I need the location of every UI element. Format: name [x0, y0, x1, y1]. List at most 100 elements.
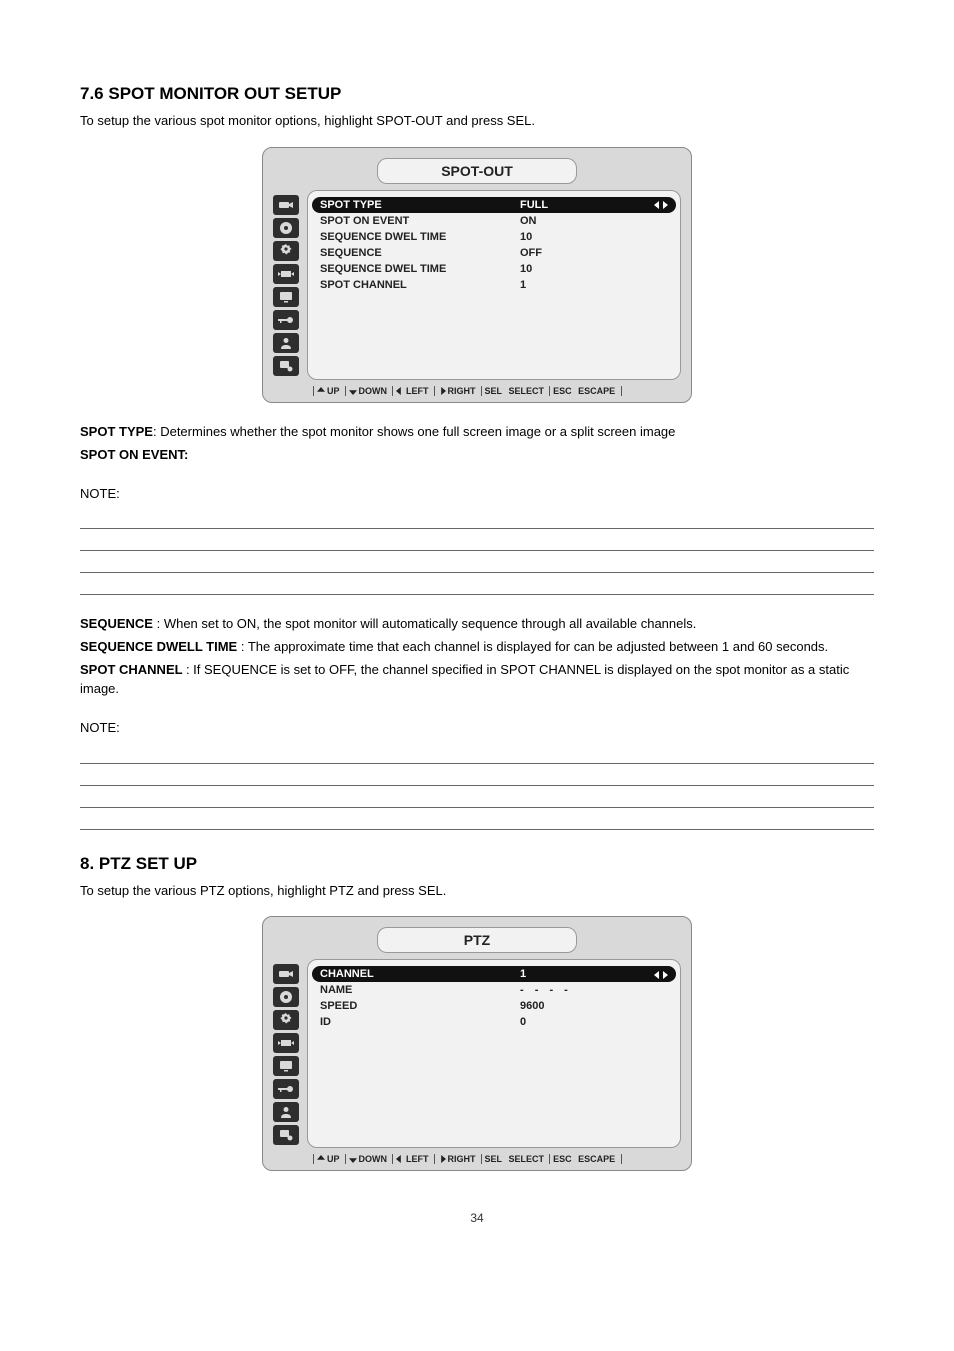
note-line: [80, 551, 874, 573]
help-sel-label: SELECT: [509, 386, 545, 396]
network-icon[interactable]: [273, 356, 299, 376]
help-sel-key: SEL: [485, 1154, 503, 1164]
desc-sequence: SEQUENCE : When set to ON, the spot moni…: [80, 615, 874, 634]
monitor-icon[interactable]: [273, 287, 299, 307]
help-up: UP: [327, 386, 340, 396]
osd-panel-ptz: PTZ CHANNEL 1: [262, 916, 692, 1171]
row-sequence[interactable]: SEQUENCE OFF: [316, 245, 672, 261]
ptz-screenshot: PTZ CHANNEL 1: [262, 916, 692, 1171]
sidebar-icons: [273, 192, 307, 380]
row-value: FULL: [520, 199, 654, 211]
desc-spot-channel: SPOT CHANNEL : If SEQUENCE is set to OFF…: [80, 661, 874, 699]
help-sel-key: SEL: [485, 386, 503, 396]
network-icon[interactable]: [273, 1125, 299, 1145]
row-speed[interactable]: SPEED 9600: [316, 998, 672, 1014]
row-label: SPEED: [320, 1000, 520, 1012]
help-down: DOWN: [359, 386, 388, 396]
spotout-screenshot: SPOT-OUT SPOT TYPE FULL: [262, 147, 692, 403]
osd-body: CHANNEL 1 NAME - - - - SPEED 9600 ID: [273, 959, 681, 1148]
row-label: SPOT CHANNEL: [320, 279, 520, 291]
record-icon[interactable]: [273, 218, 299, 238]
gear-icon[interactable]: [273, 1010, 299, 1030]
note-line: [80, 764, 874, 786]
note-line: [80, 808, 874, 830]
row-value: 0: [520, 1016, 668, 1028]
help-esc-label: ESCAPE: [578, 1154, 615, 1164]
row-value: - - - -: [520, 984, 668, 996]
help-down: DOWN: [359, 1154, 388, 1164]
help-esc-key: ESC: [553, 386, 572, 396]
row-label: SEQUENCE: [320, 247, 520, 259]
note-line: [80, 786, 874, 808]
desc-text: Determines whether the spot monitor show…: [160, 424, 675, 439]
notes-label: NOTE:: [80, 485, 874, 504]
spotout-intro: To setup the various spot monitor option…: [80, 112, 874, 131]
alarm-icon[interactable]: [273, 264, 299, 284]
row-spot-type[interactable]: SPOT TYPE FULL: [312, 197, 676, 213]
row-id[interactable]: ID 0: [316, 1014, 672, 1030]
notes-label: NOTE:: [80, 719, 874, 738]
row-spot-channel[interactable]: SPOT CHANNEL 1: [316, 277, 672, 293]
help-esc-key: ESC: [553, 1154, 572, 1164]
user-icon[interactable]: [273, 333, 299, 353]
desc-spot-on-event: SPOT ON EVENT:: [80, 446, 874, 465]
page-number: 34: [80, 1211, 874, 1225]
section-title-spotout: 7.6 SPOT MONITOR OUT SETUP: [80, 84, 874, 104]
alarm-icon[interactable]: [273, 1033, 299, 1053]
left-right-arrows-icon: [654, 968, 668, 980]
desc-text: The approximate time that each channel i…: [248, 639, 828, 654]
desc-seq-dwell: SEQUENCE DWELL TIME : The approximate ti…: [80, 638, 874, 657]
row-label: SPOT TYPE: [320, 199, 520, 211]
row-seq-dwell-1[interactable]: SEQUENCE DWEL TIME 10: [316, 229, 672, 245]
row-seq-dwell-2[interactable]: SEQUENCE DWEL TIME 10: [316, 261, 672, 277]
row-value: 10: [520, 263, 668, 275]
row-value: OFF: [520, 247, 668, 259]
note-line: [80, 742, 874, 764]
row-label: NAME: [320, 984, 520, 996]
help-sel-label: SELECT: [509, 1154, 545, 1164]
key-icon[interactable]: [273, 310, 299, 330]
row-value: 10: [520, 231, 668, 243]
osd-panel-spotout: SPOT-OUT SPOT TYPE FULL: [262, 147, 692, 403]
desc-text: When set to ON, the spot monitor will au…: [164, 616, 697, 631]
row-channel[interactable]: CHANNEL 1: [312, 966, 676, 982]
ptz-intro: To setup the various PTZ options, highli…: [80, 882, 874, 901]
desc-spot-type: SPOT TYPE: Determines whether the spot m…: [80, 423, 874, 442]
row-label: ID: [320, 1016, 520, 1028]
key-icon[interactable]: [273, 1079, 299, 1099]
camera-icon[interactable]: [273, 195, 299, 215]
osd-title: SPOT-OUT: [377, 158, 577, 184]
notes-block-1: NOTE:: [80, 485, 874, 596]
row-name[interactable]: NAME - - - -: [316, 982, 672, 998]
sidebar-icons: [273, 961, 307, 1148]
osd-body: SPOT TYPE FULL SPOT ON EVENT ON SEQUENCE…: [273, 190, 681, 380]
row-value: 1: [520, 279, 668, 291]
help-bar: UP DOWN LEFT RIGHT SEL SELECT ESC ESCAPE: [273, 1154, 681, 1164]
record-icon[interactable]: [273, 987, 299, 1007]
help-up: UP: [327, 1154, 340, 1164]
page: 7.6 SPOT MONITOR OUT SETUP To setup the …: [0, 0, 954, 1265]
user-icon[interactable]: [273, 1102, 299, 1122]
help-left: LEFT: [406, 1154, 429, 1164]
row-value: 1: [520, 968, 654, 980]
osd-title: PTZ: [377, 927, 577, 953]
note-line: [80, 529, 874, 551]
monitor-icon[interactable]: [273, 1056, 299, 1076]
help-esc-label: ESCAPE: [578, 386, 615, 396]
row-label: SEQUENCE DWEL TIME: [320, 231, 520, 243]
camera-icon[interactable]: [273, 964, 299, 984]
note-line: [80, 507, 874, 529]
left-right-arrows-icon: [654, 199, 668, 211]
row-label: SPOT ON EVENT: [320, 215, 520, 227]
help-right: RIGHT: [448, 1154, 476, 1164]
help-left: LEFT: [406, 386, 429, 396]
notes-block-2: NOTE:: [80, 719, 874, 830]
osd-main: SPOT TYPE FULL SPOT ON EVENT ON SEQUENCE…: [307, 190, 681, 380]
row-label: SEQUENCE DWEL TIME: [320, 263, 520, 275]
gear-icon[interactable]: [273, 241, 299, 261]
note-line: [80, 573, 874, 595]
osd-main: CHANNEL 1 NAME - - - - SPEED 9600 ID: [307, 959, 681, 1148]
row-spot-on-event[interactable]: SPOT ON EVENT ON: [316, 213, 672, 229]
help-bar: UP DOWN LEFT RIGHT SEL SELECT ESC ESCAPE: [273, 386, 681, 396]
row-value: ON: [520, 215, 668, 227]
